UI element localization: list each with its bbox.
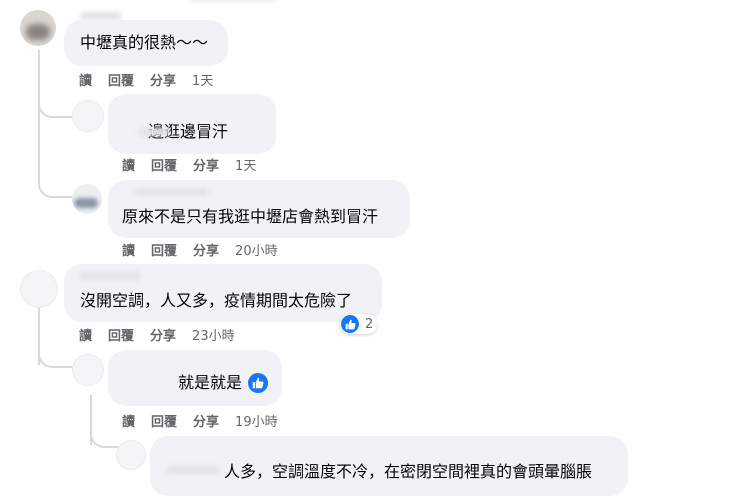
comment-bubble: 就是就是 <box>108 350 282 406</box>
comment-bubble: 中壢真的很熱～～ <box>64 20 228 66</box>
thread-curve-reply-3 <box>38 340 74 368</box>
comment-bubble: 人多，空調溫度不冷，在密閉空間裡真的會頭暈腦脹 <box>150 436 628 496</box>
comment-bubble: 沒開空調，人又多，疫情期間太危險了 <box>64 264 382 322</box>
reply-button[interactable]: 回覆 <box>151 411 177 430</box>
timestamp[interactable]: 23小時 <box>192 325 235 344</box>
comment-text: 人多，空調溫度不冷，在密閉空間裡真的會頭暈腦脹 <box>224 462 593 481</box>
avatar[interactable] <box>116 440 146 470</box>
share-button[interactable]: 分享 <box>150 325 176 344</box>
read-button[interactable]: 讀 <box>122 240 135 259</box>
commenter-name-blurred <box>80 12 122 20</box>
comment-actions: 讀 回覆 分享 19小時 <box>122 411 278 430</box>
reply-button[interactable]: 回覆 <box>151 155 177 174</box>
comment-text: 就是就是 <box>178 373 243 392</box>
timestamp[interactable]: 1天 <box>192 70 213 89</box>
avatar[interactable] <box>72 184 102 214</box>
cropped-top-remnant <box>188 0 278 2</box>
comment-bubble: 邊逛邊冒汗 <box>108 94 276 154</box>
read-button[interactable]: 讀 <box>79 70 92 89</box>
share-button[interactable]: 分享 <box>193 240 219 259</box>
commenter-name-blurred <box>80 272 140 280</box>
comment-text: 原來不是只有我逛中壢店會熱到冒汗 <box>122 207 379 226</box>
comment-actions: 讀 回覆 分享 20小時 <box>122 240 278 259</box>
reaction-badge[interactable]: 2 <box>340 314 378 334</box>
reaction-count: 2 <box>365 316 374 332</box>
comment-text: 沒開空調，人又多，疫情期間太危險了 <box>80 291 353 310</box>
reply-button[interactable]: 回覆 <box>108 70 134 89</box>
thumbs-up-icon <box>248 373 268 393</box>
timestamp[interactable]: 20小時 <box>235 240 278 259</box>
thread-curve-reply-4 <box>90 420 120 448</box>
thread-curve-reply-2 <box>38 170 74 198</box>
read-button[interactable]: 讀 <box>122 155 135 174</box>
avatar[interactable] <box>20 270 58 308</box>
reply-button[interactable]: 回覆 <box>108 325 134 344</box>
share-button[interactable]: 分享 <box>193 411 219 430</box>
timestamp[interactable]: 1天 <box>235 155 256 174</box>
share-button[interactable]: 分享 <box>150 70 176 89</box>
comment-actions: 讀 回覆 分享 1天 <box>79 70 213 89</box>
comment-bubble: 原來不是只有我逛中壢店會熱到冒汗 <box>108 180 410 238</box>
thumbs-up-icon <box>341 315 359 333</box>
thread-curve-reply-1 <box>38 92 74 118</box>
avatar[interactable] <box>72 100 104 132</box>
commenter-name-blurred <box>138 128 170 136</box>
reply-button[interactable]: 回覆 <box>151 240 177 259</box>
avatar[interactable] <box>72 354 104 386</box>
timestamp[interactable]: 19小時 <box>235 411 278 430</box>
avatar[interactable] <box>20 10 56 46</box>
read-button[interactable]: 讀 <box>122 411 135 430</box>
commenter-name-blurred <box>166 466 220 474</box>
read-button[interactable]: 讀 <box>79 325 92 344</box>
comment-text: 中壢真的很熱～～ <box>80 33 209 52</box>
share-button[interactable]: 分享 <box>193 155 219 174</box>
comment-actions: 讀 回覆 分享 1天 <box>122 155 256 174</box>
comment-actions: 讀 回覆 分享 23小時 <box>79 325 235 344</box>
commenter-name-blurred <box>134 188 208 196</box>
